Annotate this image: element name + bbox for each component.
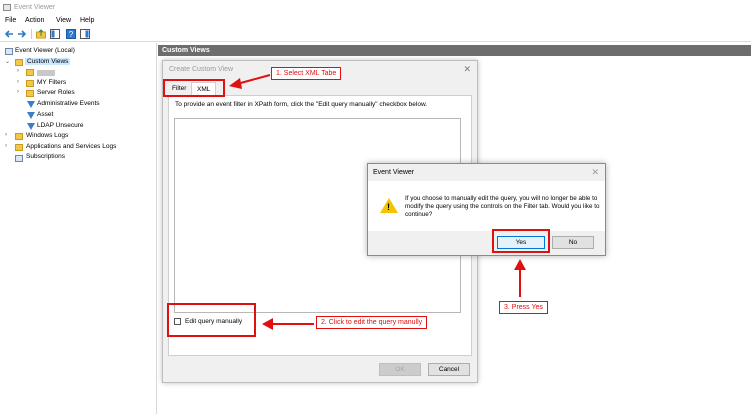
callout-step-2: 2. Click to edit the query manully xyxy=(316,316,428,329)
callout-step-3: 3. Press Yes xyxy=(499,301,548,314)
annotation-arrows xyxy=(229,74,526,330)
callout-step-1: 1. Select XML Tabe xyxy=(271,67,342,80)
